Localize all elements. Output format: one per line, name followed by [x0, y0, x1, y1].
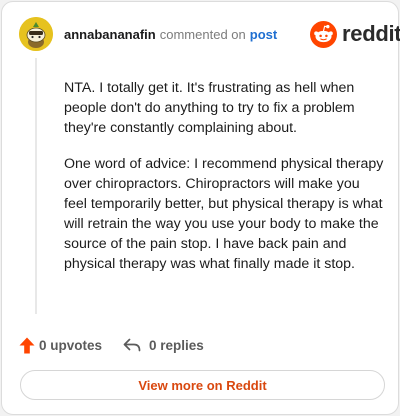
thread-line: [35, 58, 37, 314]
upvote-count: 0 upvotes: [39, 337, 103, 353]
reddit-brand-link[interactable]: reddit: [310, 20, 400, 48]
user-avatar[interactable]: [19, 17, 53, 51]
replies-button[interactable]: 0 replies: [123, 338, 204, 353]
reddit-wordmark: reddit: [342, 21, 400, 46]
comment-header: annabananafin commented on post: [64, 27, 277, 43]
reddit-logo-icon: [310, 20, 337, 48]
comment-body: NTA. I totally get it. It's frustrating …: [64, 78, 386, 274]
username-link[interactable]: annabananafin: [64, 27, 156, 42]
upvote-button[interactable]: 0 upvotes: [19, 337, 102, 354]
embedded-comment-card: annabananafin commented on post reddit NTA…: [1, 1, 400, 415]
commented-on-text: commented on: [159, 27, 246, 42]
comment-actions: 0 upvotes 0 replies: [19, 336, 204, 354]
upvote-arrow-icon: [19, 337, 35, 353]
view-more-on-reddit-button[interactable]: View more on Reddit: [20, 370, 385, 400]
comment-paragraph: One word of advice: I recommend physical…: [64, 156, 384, 272]
comment-paragraph: NTA. I totally get it. It's frustrating …: [64, 80, 355, 136]
snoo-avatar-icon: [19, 17, 53, 51]
reply-arrow-icon: [123, 338, 141, 352]
reply-count: 0 replies: [149, 337, 204, 353]
post-link[interactable]: post: [250, 27, 277, 42]
